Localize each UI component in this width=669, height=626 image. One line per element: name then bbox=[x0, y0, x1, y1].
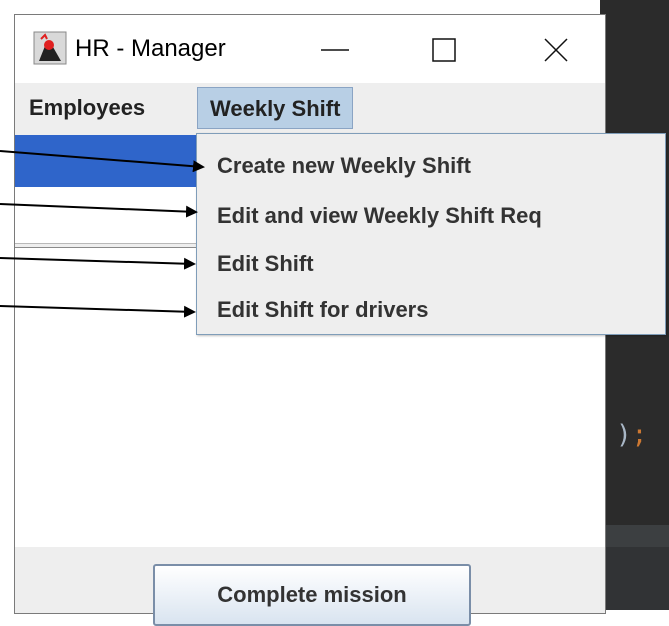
code-paren: ) bbox=[616, 420, 632, 450]
menu-bar: Employees Weekly Shift bbox=[15, 83, 605, 133]
java-duke-icon bbox=[33, 31, 67, 65]
minimize-icon bbox=[321, 49, 349, 51]
menu-weekly-shift[interactable]: Weekly Shift bbox=[197, 87, 354, 129]
menu-item-edit-shift-drivers[interactable]: Edit Shift for drivers bbox=[197, 286, 665, 334]
title-bar[interactable]: HR - Manager bbox=[15, 15, 605, 83]
code-semicolon: ; bbox=[631, 420, 648, 450]
close-button[interactable] bbox=[525, 25, 585, 75]
close-icon bbox=[544, 38, 568, 62]
weekly-shift-dropdown: Create new Weekly Shift Edit and view We… bbox=[196, 133, 666, 335]
menu-item-edit-view-weekly-shift-req[interactable]: Edit and view Weekly Shift Req bbox=[197, 192, 665, 240]
ide-status-strip bbox=[600, 525, 669, 547]
menu-item-create-weekly-shift[interactable]: Create new Weekly Shift bbox=[197, 142, 665, 190]
window-title: HR - Manager bbox=[75, 35, 226, 62]
minimize-button[interactable] bbox=[305, 25, 365, 75]
footer-panel: Complete mission bbox=[15, 547, 605, 626]
maximize-icon bbox=[432, 38, 456, 62]
ide-code-fragment: ); bbox=[616, 420, 647, 450]
menu-item-edit-shift[interactable]: Edit Shift bbox=[197, 240, 665, 288]
menu-employees[interactable]: Employees bbox=[17, 87, 157, 129]
maximize-button[interactable] bbox=[413, 25, 473, 75]
ide-bottom-panel bbox=[600, 547, 669, 610]
complete-mission-button[interactable]: Complete mission bbox=[153, 564, 471, 626]
